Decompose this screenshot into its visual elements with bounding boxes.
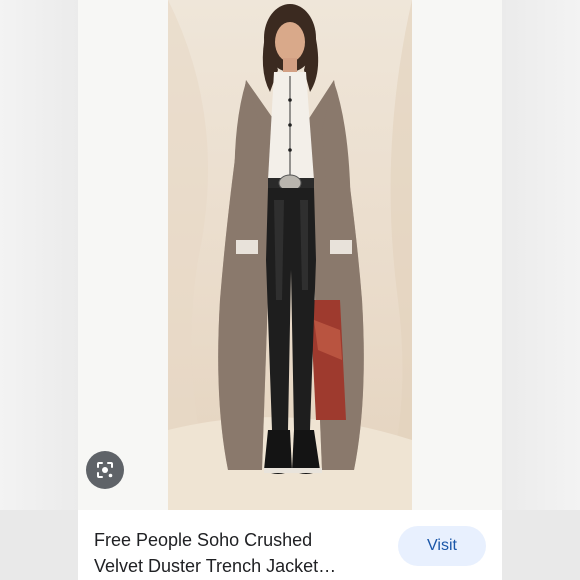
image-viewer: Free People Soho Crushed Velvet Duster T… (0, 0, 580, 580)
google-lens-icon (97, 462, 113, 478)
product-title-line-2: Velvet Duster Trench Jacket… (94, 556, 337, 576)
product-image[interactable] (78, 0, 502, 510)
blurred-background-left (0, 0, 78, 510)
product-title[interactable]: Free People Soho Crushed Velvet Duster T… (94, 527, 384, 579)
result-card: Free People Soho Crushed Velvet Duster T… (78, 0, 502, 580)
visit-button[interactable]: Visit (398, 526, 486, 566)
result-info-bar: Free People Soho Crushed Velvet Duster T… (78, 510, 502, 580)
product-title-line-1: Free People Soho Crushed (94, 530, 313, 550)
model-figure (168, 0, 412, 510)
google-lens-button[interactable] (86, 451, 124, 489)
blurred-background-right (502, 0, 580, 510)
